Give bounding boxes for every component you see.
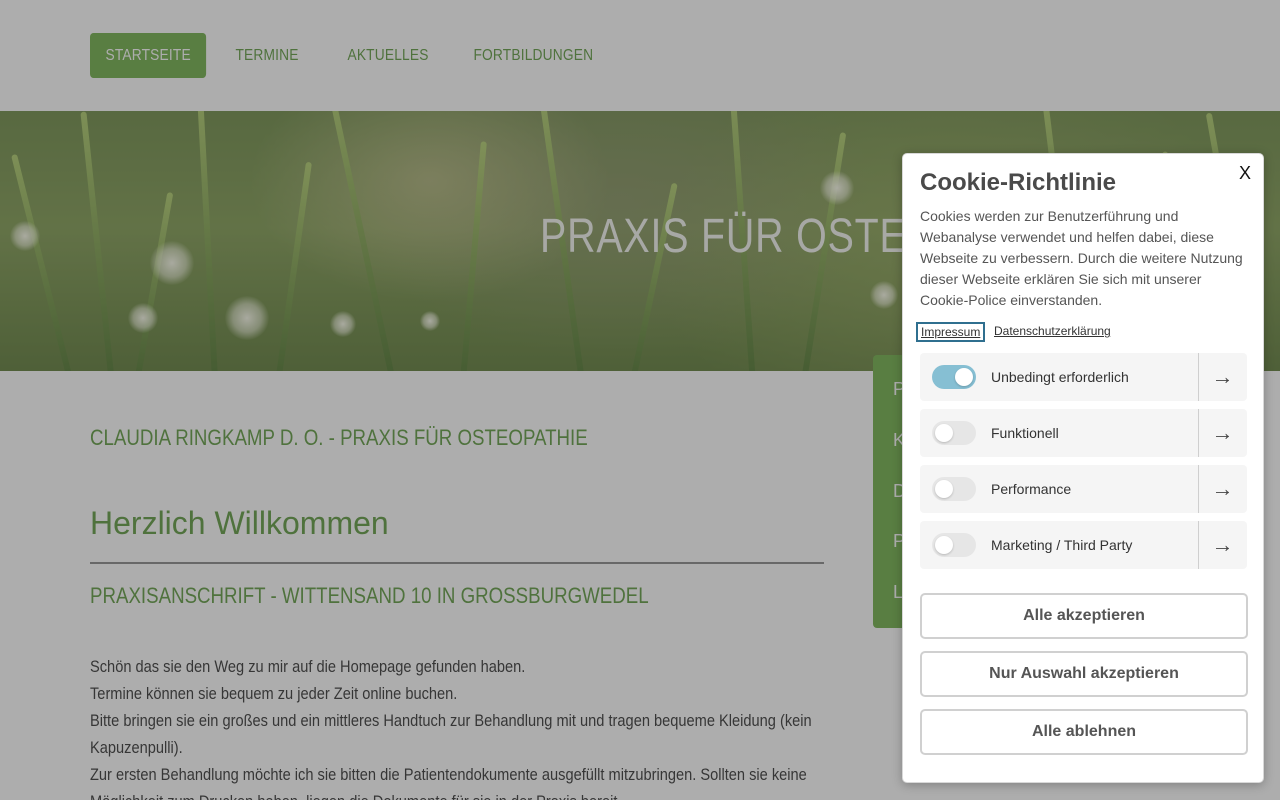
arrow-right-icon[interactable]: → xyxy=(1198,409,1247,457)
close-icon[interactable]: X xyxy=(1237,163,1253,183)
toggle-marketing[interactable] xyxy=(932,533,976,557)
arrow-right-icon[interactable]: → xyxy=(1198,353,1247,401)
cookie-category-required: Unbedingt erforderlich → xyxy=(920,353,1247,401)
category-label: Performance xyxy=(991,481,1072,497)
arrow-right-icon[interactable]: → xyxy=(1198,521,1247,569)
category-label: Marketing / Third Party xyxy=(991,537,1133,553)
arrow-right-icon[interactable]: → xyxy=(1198,465,1247,513)
toggle-knob xyxy=(935,480,953,498)
category-label: Unbedingt erforderlich xyxy=(991,369,1129,385)
cookie-category-performance: Performance → xyxy=(920,465,1247,513)
toggle-functional[interactable] xyxy=(932,421,976,445)
cookie-description: Cookies werden zur Benutzerführung und W… xyxy=(920,208,1243,308)
accept-selection-button[interactable]: Nur Auswahl akzeptieren xyxy=(920,651,1248,697)
cookie-category-functional: Funktionell → xyxy=(920,409,1247,457)
accept-all-button[interactable]: Alle akzeptieren xyxy=(920,593,1248,639)
toggle-required[interactable] xyxy=(932,365,976,389)
privacy-link[interactable]: Datenschutzerklärung xyxy=(994,324,1111,338)
impressum-link[interactable]: Impressum xyxy=(916,322,986,342)
cookie-title: Cookie-Richtlinie xyxy=(920,169,1117,196)
toggle-performance[interactable] xyxy=(932,477,976,501)
toggle-knob xyxy=(935,536,953,554)
cookie-dialog: X Cookie-Richtlinie Cookies werden zur B… xyxy=(902,153,1264,783)
toggle-knob xyxy=(955,368,973,386)
cookie-category-marketing: Marketing / Third Party → xyxy=(920,521,1247,569)
reject-all-button[interactable]: Alle ablehnen xyxy=(920,709,1248,755)
toggle-knob xyxy=(935,424,953,442)
category-label: Funktionell xyxy=(991,425,1059,441)
